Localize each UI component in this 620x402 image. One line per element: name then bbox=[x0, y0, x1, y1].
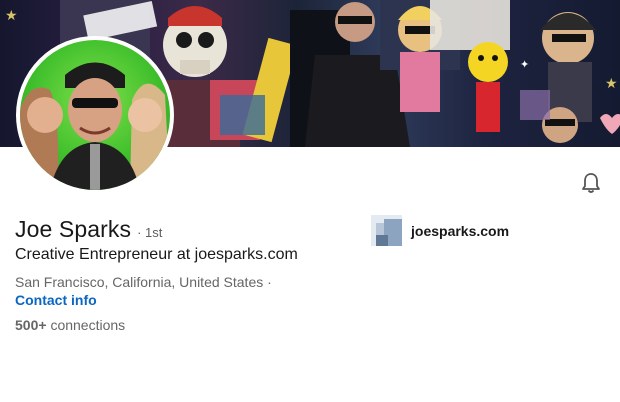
website-link[interactable]: joesparks.com bbox=[371, 215, 509, 246]
star-icon: ★ bbox=[5, 7, 18, 23]
website-logo-icon bbox=[371, 215, 402, 246]
connections-count[interactable]: 500+ connections bbox=[15, 317, 125, 333]
connections-number: 500+ bbox=[15, 317, 47, 333]
profile-headline: Creative Entrepreneur at joesparks.com bbox=[15, 246, 298, 263]
website-url: joesparks.com bbox=[411, 222, 510, 239]
connection-degree: · 1st bbox=[137, 225, 163, 240]
notifications-bell-button[interactable] bbox=[576, 168, 606, 198]
avatar-photo bbox=[20, 62, 170, 190]
star-icon: ✦ bbox=[520, 59, 530, 71]
star-icon: ★ bbox=[605, 75, 618, 91]
profile-card: ★ ★ ✦ Joe Sparks · 1st Creative Entrepre… bbox=[0, 0, 620, 402]
connections-label: connections bbox=[50, 317, 126, 333]
profile-location: San Francisco, California, United States… bbox=[15, 274, 272, 290]
name-row: Joe Sparks · 1st bbox=[15, 216, 162, 243]
profile-avatar[interactable] bbox=[16, 36, 174, 194]
profile-name: Joe Sparks bbox=[15, 216, 132, 242]
contact-info-link[interactable]: Contact info bbox=[15, 292, 97, 308]
bell-icon bbox=[582, 173, 600, 193]
